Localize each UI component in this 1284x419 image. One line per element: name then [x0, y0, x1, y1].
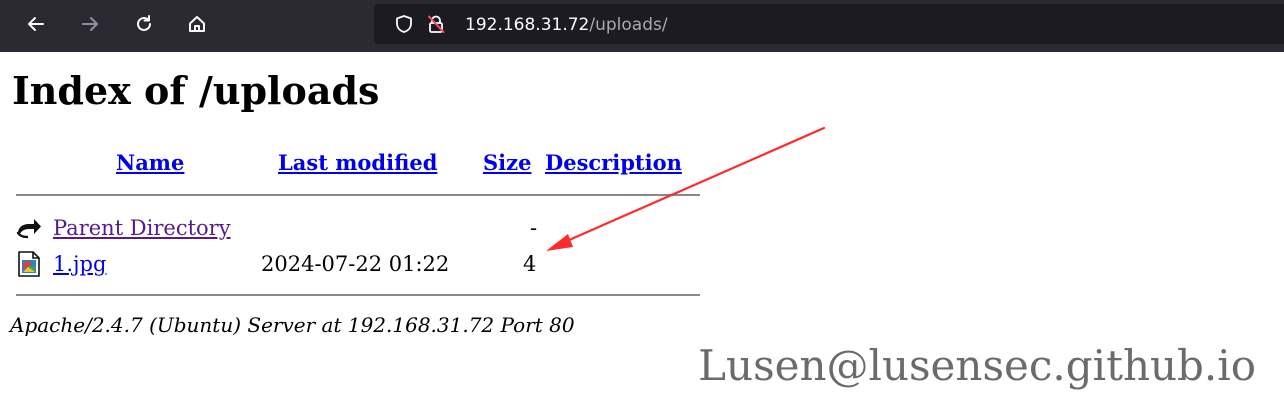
row-size: 4	[523, 252, 537, 276]
url-path: /uploads/	[589, 15, 668, 35]
server-signature: Apache/2.4.7 (Ubuntu) Server at 192.168.…	[10, 313, 575, 337]
forward-arrow-icon[interactable]	[74, 8, 106, 40]
back-folder-icon	[16, 215, 42, 241]
annotation-arrow-head	[546, 234, 573, 251]
watermark: Lusen@lusensec.github.io	[698, 341, 1256, 390]
header-divider	[16, 194, 700, 196]
address-bar[interactable]: 192.168.31.72/uploads/	[374, 4, 1284, 44]
page-title: Index of /uploads	[12, 68, 380, 113]
file-link[interactable]: 1.jpg	[53, 251, 106, 277]
column-header-description[interactable]: Description	[545, 150, 682, 176]
back-arrow-icon[interactable]	[20, 8, 52, 40]
insecure-lock-icon[interactable]	[426, 14, 446, 34]
annotation-arrow-shaft	[558, 126, 826, 246]
url-host: 192.168.31.72	[465, 15, 590, 35]
row-last-modified: 2024-07-22 01:22	[261, 252, 450, 276]
tracking-protection-shield-icon[interactable]	[394, 14, 414, 34]
image-file-icon	[16, 251, 42, 277]
column-header-last-modified[interactable]: Last modified	[278, 150, 437, 176]
footer-divider	[16, 294, 700, 296]
home-icon[interactable]	[181, 8, 213, 40]
parent-directory-link[interactable]: Parent Directory	[53, 215, 231, 241]
url-text[interactable]: 192.168.31.72/uploads/	[465, 15, 668, 35]
row-size: -	[530, 216, 538, 240]
column-header-name[interactable]: Name	[116, 150, 184, 176]
reload-icon[interactable]	[128, 8, 160, 40]
column-header-size[interactable]: Size	[483, 150, 531, 176]
browser-toolbar: 192.168.31.72/uploads/	[0, 0, 1284, 52]
